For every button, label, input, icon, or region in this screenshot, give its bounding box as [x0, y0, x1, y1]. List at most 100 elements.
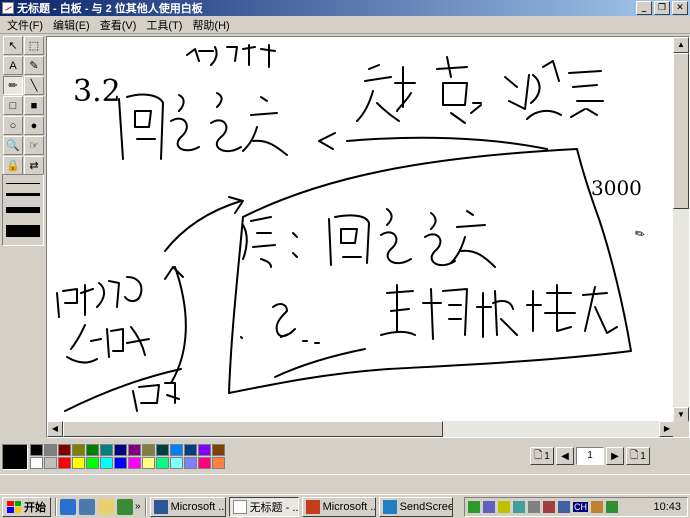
scroll-left-button[interactable]: ◀ [47, 421, 63, 437]
clock[interactable]: 10:43 [653, 501, 681, 513]
palette-swatch[interactable] [128, 444, 141, 456]
palette-swatch[interactable] [156, 444, 169, 456]
palette-swatch[interactable] [30, 457, 43, 469]
palette-swatch[interactable] [128, 457, 141, 469]
line-width-1[interactable] [6, 183, 40, 184]
remote-pointer-tool-icon[interactable]: ☞ [24, 136, 44, 155]
horizontal-scrollbar[interactable]: ◀ ▶ [47, 421, 675, 437]
palette-swatch[interactable] [184, 457, 197, 469]
palette-swatch[interactable] [156, 457, 169, 469]
palette-swatch[interactable] [170, 444, 183, 456]
security-tray-icon[interactable] [543, 501, 555, 513]
show-desktop-icon[interactable] [98, 498, 114, 515]
scribble-char-7 [504, 60, 562, 120]
menu-view[interactable]: 查看(V) [95, 17, 142, 33]
scribble-char-8 [568, 70, 604, 118]
task-button-powerpoint[interactable]: Microsoft ... [301, 496, 376, 517]
menu-tools[interactable]: 工具(T) [141, 17, 187, 33]
palette-swatch[interactable] [30, 444, 43, 456]
line-width-4[interactable] [6, 225, 40, 237]
palette-swatch[interactable] [184, 444, 197, 456]
line-tool-icon[interactable]: ╲ [24, 76, 44, 95]
lock-contents-tool-icon[interactable]: 🔒 [3, 156, 23, 175]
arrow-line-into-box [164, 200, 242, 252]
palette-swatch[interactable] [114, 457, 127, 469]
vertical-scrollbar[interactable]: ▲ ▼ [673, 37, 689, 423]
menu-file[interactable]: 文件(F) [2, 17, 48, 33]
task-button-sendscreen[interactable]: SendScreen [378, 496, 453, 517]
palette-swatch[interactable] [72, 457, 85, 469]
filled-rectangle-tool-icon[interactable]: ■ [24, 96, 44, 115]
zoom-tool-icon[interactable]: 🔍 [3, 136, 23, 155]
filled-ellipse-tool-icon[interactable]: ● [24, 116, 44, 135]
network-tray-icon[interactable] [468, 501, 480, 513]
scroll-up-button[interactable]: ▲ [673, 37, 689, 53]
line-width-2[interactable] [6, 193, 40, 196]
maximize-button[interactable]: ❐ [654, 1, 670, 15]
page-number-field[interactable]: 1 [576, 447, 604, 465]
vertical-scroll-thumb[interactable] [673, 53, 689, 209]
palette-swatch[interactable] [44, 457, 57, 469]
menu-edit[interactable]: 编辑(E) [48, 17, 95, 33]
palette-swatch[interactable] [198, 457, 211, 469]
rectangle-tool-icon[interactable]: □ [3, 96, 23, 115]
scribble-box-6 [272, 303, 296, 338]
palette-swatch[interactable] [170, 457, 183, 469]
palette-swatch[interactable] [142, 457, 155, 469]
palette-swatch[interactable] [212, 444, 225, 456]
box-outline [228, 148, 632, 394]
task-button-whiteboard[interactable]: 无标题 - ... [228, 496, 299, 517]
more-quicklaunch-chevron-icon[interactable]: » [135, 501, 141, 512]
whiteboard-drawing: 3.2 3000 [56, 44, 642, 412]
line-width-3[interactable] [6, 207, 40, 213]
synchronize-tool-icon[interactable]: ⇄ [24, 156, 44, 175]
pen-tool-icon[interactable]: ✏ [3, 76, 23, 95]
note-3000: 3000 [591, 176, 642, 200]
start-button[interactable]: 开始 [2, 496, 51, 517]
media-quicklaunch-icon[interactable] [117, 498, 133, 515]
zoom-select-tool-icon[interactable]: ⬚ [24, 36, 44, 55]
next-page-button[interactable]: ▶ [606, 447, 624, 465]
palette-swatch[interactable] [142, 444, 155, 456]
palette-swatch[interactable] [58, 444, 71, 456]
ellipse-tool-icon[interactable]: ○ [3, 116, 23, 135]
text-tool-icon[interactable]: A [3, 56, 23, 75]
insert-page-after-button[interactable]: 🗋 1 [626, 447, 650, 465]
language-tray-icon[interactable] [558, 501, 570, 513]
select-tool-icon[interactable]: ↖ [3, 36, 23, 55]
scribble-colon [292, 232, 298, 258]
netmeeting-tray-icon[interactable] [483, 501, 495, 513]
line-width-selector[interactable] [2, 174, 44, 246]
palette-swatch[interactable] [86, 457, 99, 469]
whiteboard-canvas[interactable]: 3.2 3000 ✎ [47, 37, 675, 423]
palette-swatch[interactable] [114, 444, 127, 456]
palette-swatch[interactable] [72, 444, 85, 456]
ime-tray-icon[interactable] [591, 501, 603, 513]
scribble-top [186, 44, 276, 68]
menu-help[interactable]: 帮助(H) [187, 17, 234, 33]
palette-swatch[interactable] [100, 457, 113, 469]
close-button[interactable]: ✕ [672, 1, 688, 15]
update-tray-icon[interactable] [606, 501, 618, 513]
palette-swatch[interactable] [198, 444, 211, 456]
highlighter-tool-icon[interactable]: ✎ [24, 56, 44, 75]
insert-page-before-button[interactable]: 🗋 1 [530, 447, 554, 465]
palette-swatch[interactable] [86, 444, 99, 456]
app-tray-icon[interactable] [513, 501, 525, 513]
ie-quicklaunch-icon[interactable] [60, 498, 76, 515]
input-language-indicator[interactable]: CH [573, 502, 588, 512]
scribble-char-2 [170, 94, 200, 152]
outlook-quicklaunch-icon[interactable] [79, 498, 95, 515]
minimize-button[interactable]: _ [636, 1, 652, 15]
palette-swatch[interactable] [44, 444, 57, 456]
scribble-char-1 [118, 93, 164, 160]
previous-page-button[interactable]: ◀ [556, 447, 574, 465]
palette-swatch[interactable] [212, 457, 225, 469]
display-tray-icon[interactable] [528, 501, 540, 513]
volume-tray-icon[interactable] [498, 501, 510, 513]
task-button-word[interactable]: Microsoft ... [149, 496, 226, 517]
horizontal-scroll-thumb[interactable] [63, 421, 443, 437]
palette-swatch[interactable] [58, 457, 71, 469]
scribble-box-8 [422, 288, 468, 340]
palette-swatch[interactable] [100, 444, 113, 456]
